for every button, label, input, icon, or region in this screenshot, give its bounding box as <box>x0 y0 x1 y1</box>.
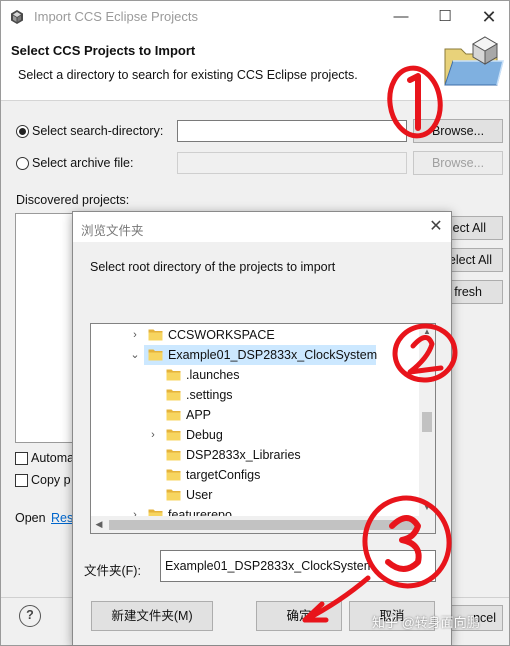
wizard-header: Select CCS Projects to Import Select a d… <box>1 33 509 101</box>
folder-icon <box>166 468 181 481</box>
tree-node-label: CCSWORKSPACE <box>168 328 275 342</box>
search-directory-field[interactable] <box>177 120 407 142</box>
folder-icon <box>148 328 163 341</box>
archive-browse-button: Browse... <box>413 151 503 175</box>
tree-node-label: targetConfigs <box>186 468 261 482</box>
browse-folder-dialog: 浏览文件夹 ✕ Select root directory of the pro… <box>72 211 452 646</box>
open-resource-link[interactable]: Res <box>51 511 73 525</box>
wizard-page-description: Select a directory to search for existin… <box>18 68 358 82</box>
open-text: Open <box>15 511 46 525</box>
folder-icon <box>148 348 163 361</box>
title-bar[interactable]: Import CCS Eclipse Projects — ☐ ✕ <box>1 1 509 33</box>
search-directory-label: Select search-directory: <box>32 124 164 138</box>
expand-chevron-icon[interactable]: › <box>147 425 159 445</box>
tree-node-label: .settings <box>186 388 233 402</box>
maximize-button[interactable]: ☐ <box>423 5 467 29</box>
folder-icon <box>166 368 181 381</box>
copy-projects-checkbox[interactable] <box>15 474 28 487</box>
import-folder-icon <box>444 36 504 86</box>
tree-node[interactable]: .settings <box>91 385 417 405</box>
archive-file-label: Select archive file: <box>32 156 134 170</box>
browse-button[interactable]: Browse... <box>413 119 503 143</box>
folder-icon <box>166 408 181 421</box>
folder-icon <box>166 388 181 401</box>
tree-vertical-scrollbar[interactable]: ▲ ▼ <box>419 324 435 516</box>
dialog-title: 浏览文件夹 <box>81 224 144 238</box>
help-icon[interactable]: ? <box>19 605 41 627</box>
dialog-close-button[interactable]: ✕ <box>425 216 447 238</box>
copy-projects-label: Copy p <box>31 473 71 487</box>
tree-node[interactable]: › Debug <box>91 425 417 445</box>
automatic-label: Automa <box>31 451 75 465</box>
expand-chevron-icon[interactable]: › <box>129 325 141 345</box>
tree-node-label: .launches <box>186 368 240 382</box>
discovered-projects-label: Discovered projects: <box>16 193 130 207</box>
zhihu-watermark: 知乎 @转身面向鹏 <box>372 615 480 630</box>
tree-node[interactable]: .launches <box>91 365 417 385</box>
folder-name-field[interactable]: Example01_DSP2833x_ClockSystem <box>160 550 436 582</box>
tree-node-label: Debug <box>186 428 223 442</box>
expand-chevron-icon[interactable]: ⌄ <box>129 345 141 365</box>
ok-button[interactable]: 确定 <box>256 601 342 631</box>
window-title: Import CCS Eclipse Projects <box>34 9 198 24</box>
scroll-up-arrow-icon[interactable]: ▲ <box>419 324 435 340</box>
eclipse-app-icon <box>11 10 23 24</box>
tree-node-label: User <box>186 488 213 502</box>
archive-file-radio[interactable] <box>16 157 29 170</box>
tree-horizontal-scrollbar[interactable]: ◀ <box>91 516 419 533</box>
tree-node[interactable]: DSP2833x_Libraries <box>91 445 417 465</box>
tree-node-label: APP <box>186 408 212 422</box>
archive-file-field <box>177 152 407 174</box>
folder-label: 文件夹(F): <box>84 564 141 578</box>
dialog-title-bar[interactable]: 浏览文件夹 ✕ <box>73 212 451 242</box>
vertical-scroll-thumb[interactable] <box>422 412 432 432</box>
wizard-page-title: Select CCS Projects to Import <box>11 43 196 58</box>
scroll-down-arrow-icon[interactable]: ▼ <box>419 500 435 516</box>
automatic-checkbox[interactable] <box>15 452 28 465</box>
folder-icon <box>166 428 181 441</box>
close-button[interactable]: ✕ <box>467 5 510 29</box>
tree-node[interactable]: ⌄ Example01_DSP2833x_ClockSystem <box>130 345 378 365</box>
tree-node-label: DSP2833x_Libraries <box>186 448 301 462</box>
tree-node[interactable]: › CCSWORKSPACE <box>91 325 417 345</box>
search-directory-radio[interactable] <box>16 125 29 138</box>
tree-node[interactable]: APP <box>91 405 417 425</box>
tree-node[interactable]: targetConfigs <box>91 465 417 485</box>
folder-tree[interactable]: › CCSWORKSPACE ⌄ Example01_DSP2833x_ClockSy… <box>90 323 436 534</box>
new-folder-button[interactable]: 新建文件夹(M) <box>91 601 213 631</box>
dialog-prompt: Select root directory of the projects to… <box>90 260 336 274</box>
tree-node[interactable]: User <box>91 485 417 505</box>
horizontal-scroll-thumb[interactable] <box>109 520 417 530</box>
minimize-button[interactable]: — <box>379 5 423 29</box>
folder-icon <box>166 448 181 461</box>
tree-node-label: Example01_DSP2833x_ClockSystem <box>168 348 378 362</box>
folder-icon <box>166 488 181 501</box>
scrollbar-corner <box>419 516 435 533</box>
scroll-left-arrow-icon[interactable]: ◀ <box>91 516 107 533</box>
